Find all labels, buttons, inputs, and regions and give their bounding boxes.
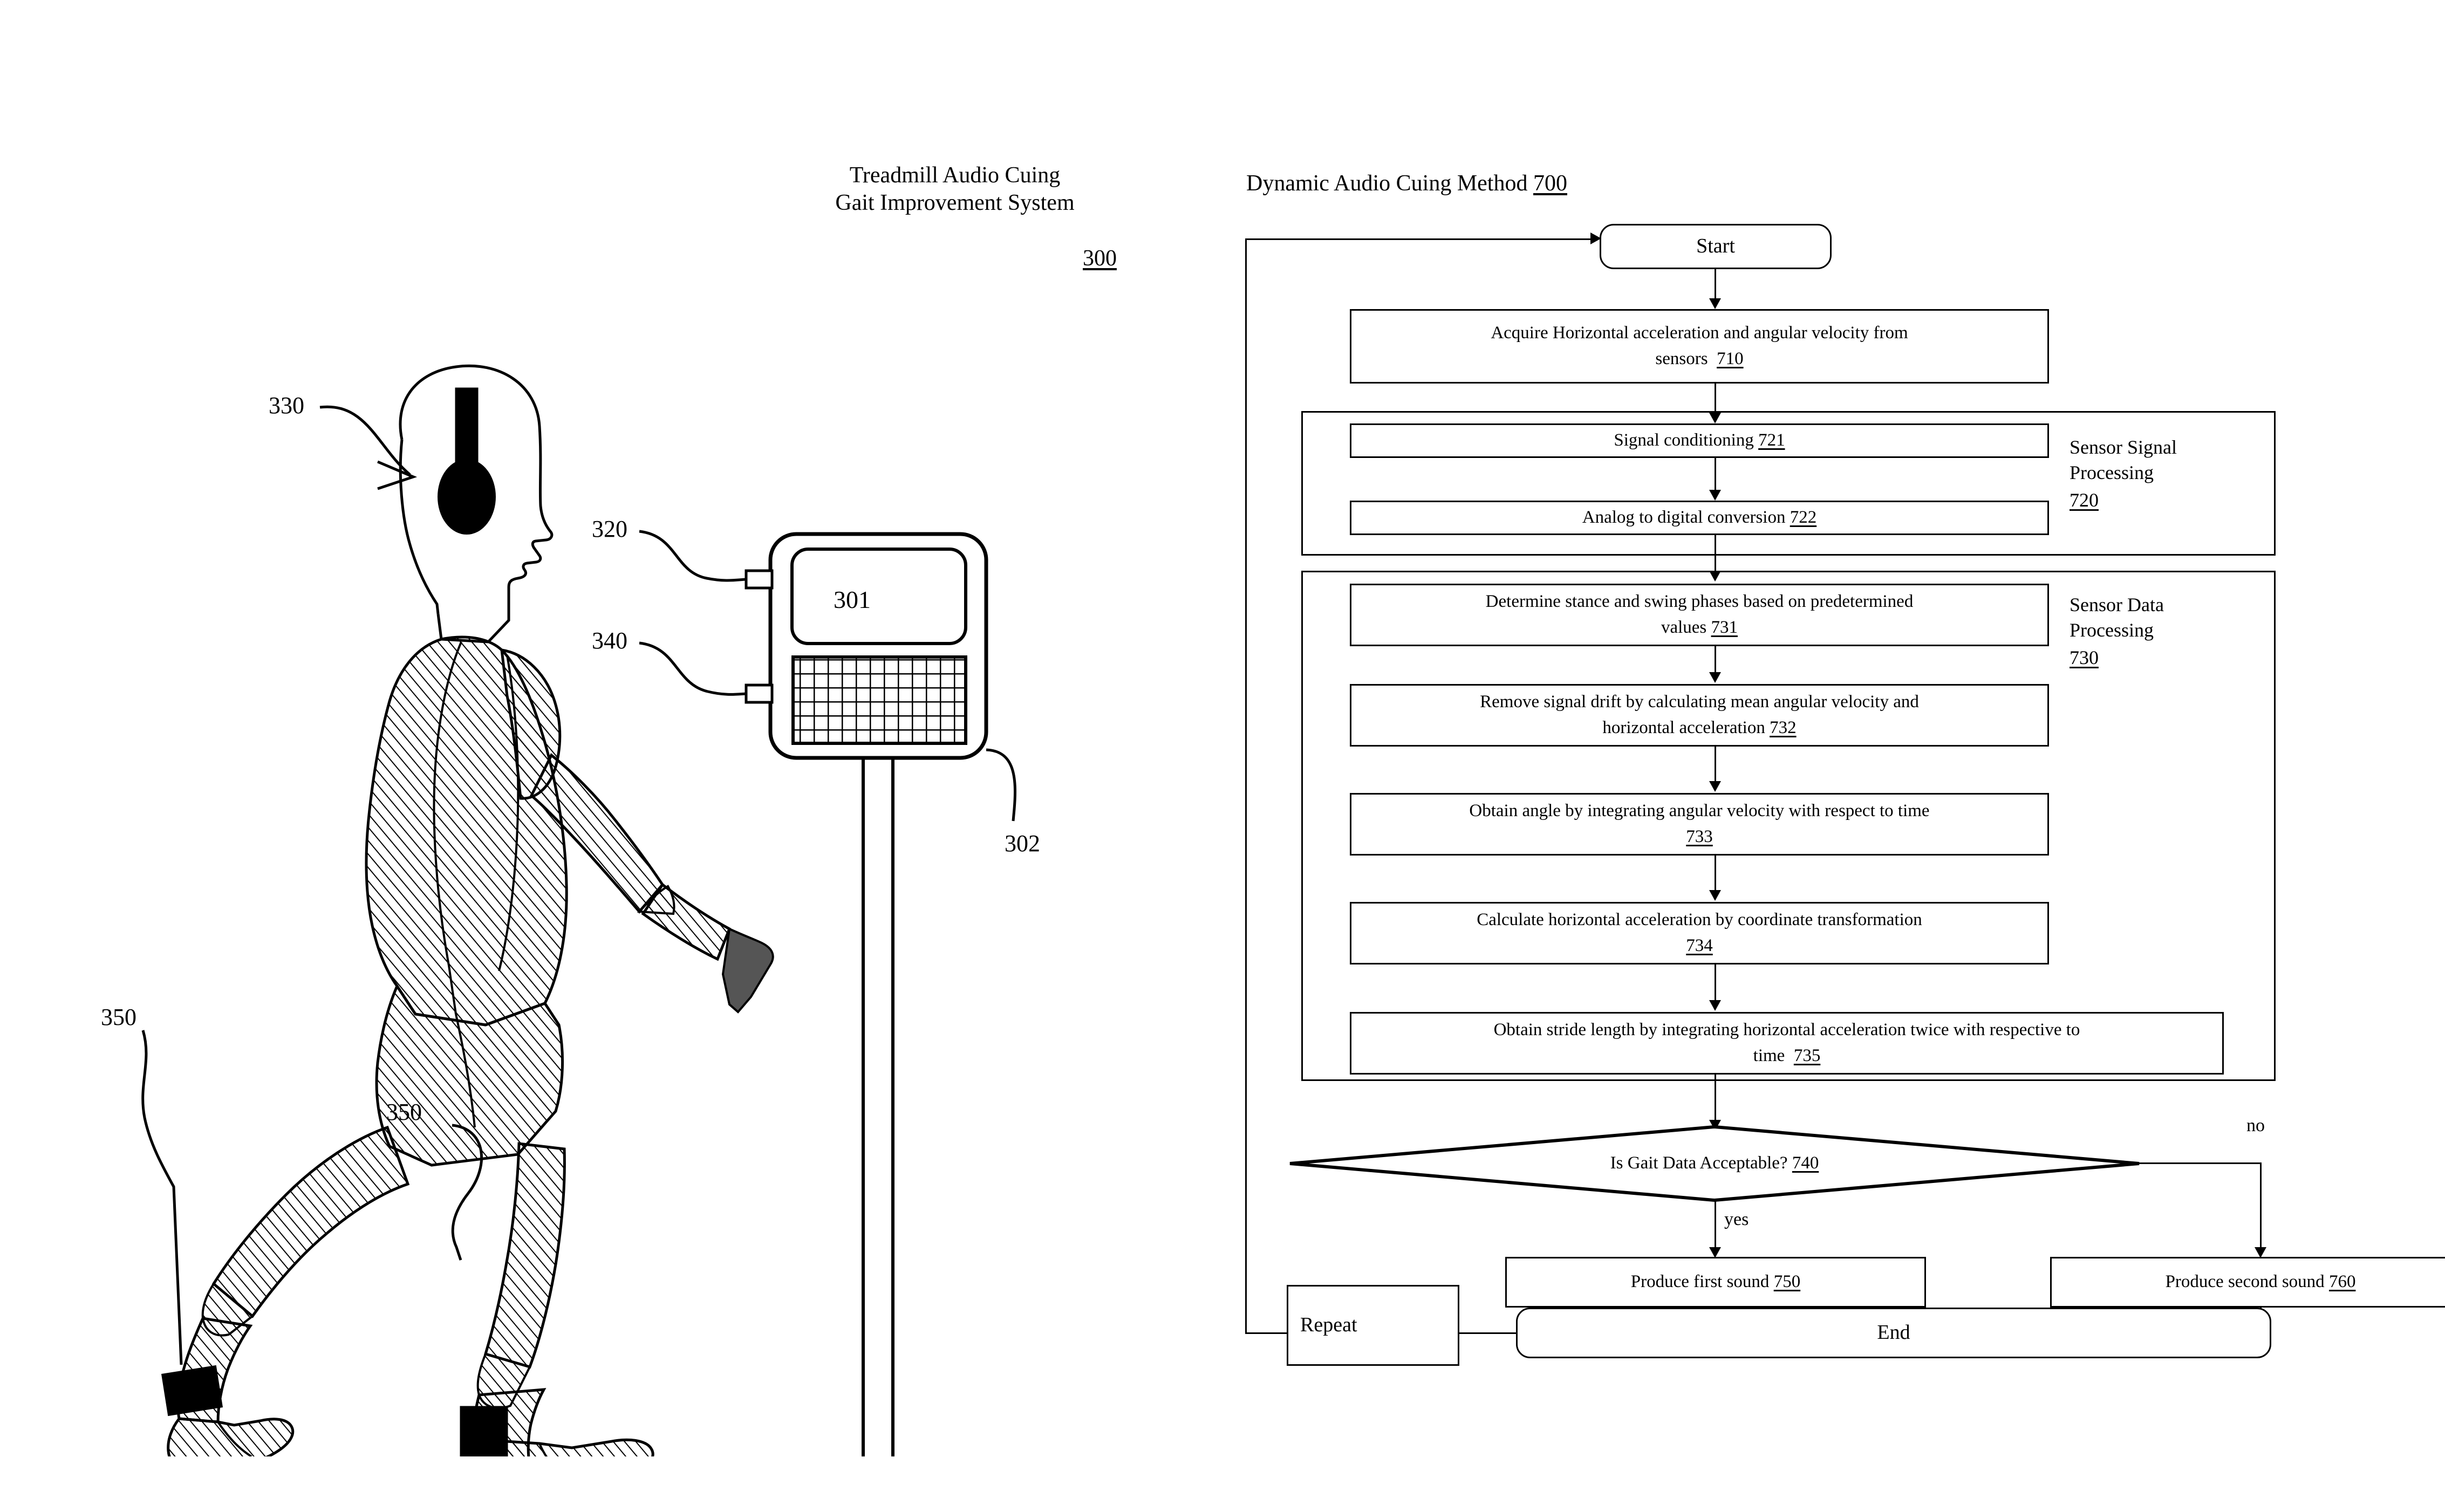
connector-721-to-722-arrowhead bbox=[1709, 490, 1721, 501]
flow-step-735-line2: time 735 bbox=[1753, 1046, 1821, 1065]
decision-no-label: no bbox=[2246, 1116, 2265, 1135]
flow-step-722[interactable]: Analog to digital conversion 722 bbox=[1350, 501, 2049, 535]
connector-repeat-to-end bbox=[1458, 1332, 1518, 1334]
feedback-loop-top bbox=[1245, 238, 1595, 240]
callout-340: 340 bbox=[592, 627, 627, 654]
flow-step-733[interactable]: Obtain angle by integrating angular velo… bbox=[1350, 793, 2049, 856]
flow-step-735[interactable]: Obtain stride length by integrating hori… bbox=[1350, 1012, 2224, 1075]
flow-start-node[interactable]: Start bbox=[1600, 224, 1832, 269]
connector-733-to-734-arrowhead bbox=[1709, 890, 1721, 901]
connector-734-to-735 bbox=[1715, 964, 1716, 1004]
connector-731-to-732-arrowhead bbox=[1709, 672, 1721, 683]
flow-step-731[interactable]: Determine stance and swing phases based … bbox=[1350, 584, 2049, 646]
flow-step-750-text: Produce first sound bbox=[1630, 1272, 1770, 1292]
flow-decision-740-label: Is Gait Data Acceptable? 740 bbox=[1610, 1153, 1819, 1173]
decision-yes-label: yes bbox=[1724, 1209, 1749, 1229]
flow-decision-740[interactable]: Is Gait Data Acceptable? 740 bbox=[1288, 1125, 2141, 1202]
flow-step-733-line1: Obtain angle by integrating angular velo… bbox=[1469, 801, 1930, 821]
treadmill-system-illustration bbox=[141, 364, 1016, 1456]
flow-step-710-line2: sensors 710 bbox=[1655, 349, 1744, 368]
flow-step-733-ref: 733 bbox=[1686, 827, 1713, 846]
flow-step-760[interactable]: Produce second sound 760 bbox=[2050, 1257, 2445, 1308]
callout-302: 302 bbox=[1005, 830, 1040, 857]
callout-350-front: 350 bbox=[386, 1099, 422, 1125]
callout-320: 320 bbox=[592, 516, 627, 542]
feedback-loop-vertical bbox=[1245, 238, 1247, 1333]
flow-step-760-ref: 760 bbox=[2328, 1272, 2356, 1292]
connector-start-to-710 bbox=[1715, 269, 1716, 302]
flow-step-732-line1: Remove signal drift by calculating mean … bbox=[1480, 692, 1919, 712]
flow-repeat-label: Repeat bbox=[1300, 1313, 1357, 1337]
connector-722-to-731 bbox=[1715, 535, 1716, 575]
flow-step-734-line1: Calculate horizontal acceleration by coo… bbox=[1477, 910, 1922, 930]
flowchart-title-ref: 700 bbox=[1533, 171, 1567, 196]
flow-start-label: Start bbox=[1696, 235, 1735, 258]
flow-repeat-node[interactable]: Repeat bbox=[1287, 1285, 1459, 1366]
flow-step-732[interactable]: Remove signal drift by calculating mean … bbox=[1350, 684, 2049, 747]
flow-step-731-line1: Determine stance and swing phases based … bbox=[1485, 592, 1914, 612]
flow-end-node[interactable]: End bbox=[1516, 1308, 2271, 1358]
connector-740-no-vertical bbox=[2260, 1162, 2262, 1251]
connector-740-yes bbox=[1715, 1200, 1716, 1251]
flowchart-title-text: Dynamic Audio Cuing Method bbox=[1246, 171, 1528, 196]
group-720-label: Sensor Signal Processing 720 bbox=[2070, 436, 2177, 511]
group-730-label: Sensor Data Processing 730 bbox=[2070, 594, 2164, 668]
connector-735-to-740 bbox=[1715, 1075, 1716, 1124]
connector-734-to-735-arrowhead bbox=[1709, 1000, 1721, 1011]
flow-step-722-ref: 722 bbox=[1790, 508, 1817, 528]
flow-step-731-line2: values 731 bbox=[1661, 618, 1738, 637]
flow-step-750[interactable]: Produce first sound 750 bbox=[1505, 1257, 1926, 1308]
feedback-loop-bottom bbox=[1245, 1332, 1288, 1334]
flow-step-732-line2: horizontal acceleration 732 bbox=[1602, 718, 1797, 737]
connector-732-to-733-arrowhead bbox=[1709, 781, 1721, 792]
flow-end-label: End bbox=[1877, 1321, 1910, 1344]
connector-721-to-722 bbox=[1715, 458, 1716, 495]
flow-step-721-ref: 721 bbox=[1758, 430, 1785, 450]
connector-733-to-734 bbox=[1715, 856, 1716, 894]
connector-740-yes-arrowhead bbox=[1709, 1247, 1721, 1258]
flow-step-721[interactable]: Signal conditioning 721 bbox=[1350, 423, 2049, 458]
flow-step-734-ref: 734 bbox=[1686, 936, 1713, 955]
flow-step-710[interactable]: Acquire Horizontal acceleration and angu… bbox=[1350, 309, 2049, 384]
flow-step-722-text: Analog to digital conversion bbox=[1582, 508, 1786, 528]
flow-step-735-line1: Obtain stride length by integrating hori… bbox=[1493, 1020, 2080, 1040]
flow-step-721-text: Signal conditioning bbox=[1614, 430, 1754, 450]
flow-step-734[interactable]: Calculate horizontal acceleration by coo… bbox=[1350, 902, 2049, 964]
flow-step-710-line1: Acquire Horizontal acceleration and angu… bbox=[1491, 323, 1908, 343]
flowchart-title: Dynamic Audio Cuing Method 700 bbox=[1246, 170, 1567, 196]
connector-740-no-horizontal bbox=[2137, 1162, 2262, 1164]
flow-step-750-ref: 750 bbox=[1773, 1272, 1801, 1292]
console-display-ref: 301 bbox=[834, 586, 871, 613]
callout-330: 330 bbox=[269, 392, 304, 419]
flow-step-760-text: Produce second sound bbox=[2165, 1272, 2325, 1292]
patent-figure-page: Treadmill Audio Cuing Gait Improvement S… bbox=[0, 0, 2445, 1512]
connector-740-no-arrowhead bbox=[2255, 1247, 2266, 1258]
callout-350-rear: 350 bbox=[101, 1004, 136, 1030]
connector-732-to-733 bbox=[1715, 747, 1716, 785]
connector-start-to-710-arrowhead bbox=[1709, 298, 1721, 309]
